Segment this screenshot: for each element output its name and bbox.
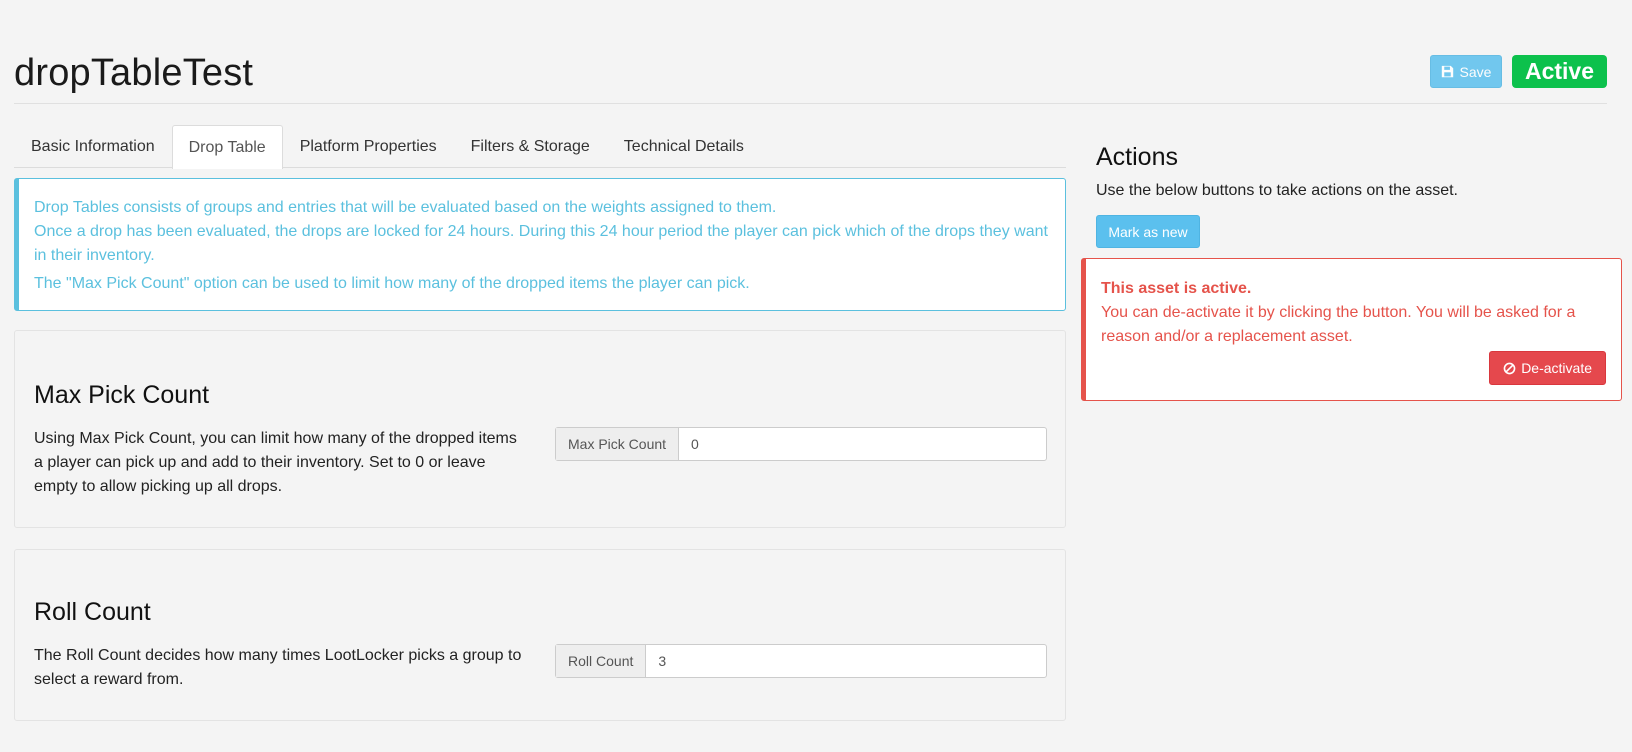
actions-title: Actions <box>1096 143 1178 171</box>
warning-text: You can de-activate it by clicking the b… <box>1101 304 1576 345</box>
save-button[interactable]: Save <box>1430 55 1502 88</box>
tab-drop-table[interactable]: Drop Table <box>171 125 283 169</box>
tab-platform-properties[interactable]: Platform Properties <box>283 125 454 168</box>
header-divider <box>14 103 1607 104</box>
asset-page: dropTableTest Save Active Basic Informat… <box>0 0 1632 752</box>
tab-basic-information[interactable]: Basic Information <box>14 125 172 168</box>
ban-icon <box>1503 362 1516 374</box>
max-pick-count-input[interactable] <box>679 428 1046 460</box>
roll-count-input[interactable] <box>646 645 1046 677</box>
max-pick-count-field: Max Pick Count <box>555 427 1047 461</box>
save-button-label: Save <box>1459 63 1492 80</box>
roll-count-field: Roll Count <box>555 644 1047 678</box>
roll-count-addon: Roll Count <box>556 645 647 677</box>
deactivate-button-label: De-activate <box>1521 360 1592 376</box>
info-line-3: The "Max Pick Count" option can be used … <box>34 275 750 292</box>
tab-technical-details[interactable]: Technical Details <box>607 125 761 168</box>
active-warning-callout: This asset is active. You can de-activat… <box>1081 258 1622 401</box>
info-line-1: Drop Tables consists of groups and entri… <box>34 199 777 216</box>
info-line-2: Once a drop has been evaluated, the drop… <box>34 223 1048 264</box>
warning-title: This asset is active. <box>1101 280 1252 297</box>
max-pick-count-panel: Max Pick Count Using Max Pick Count, you… <box>14 330 1066 528</box>
deactivate-button[interactable]: De-activate <box>1489 351 1606 385</box>
page-title: dropTableTest <box>14 52 254 94</box>
info-callout: Drop Tables consists of groups and entri… <box>14 178 1066 311</box>
tab-filters-storage[interactable]: Filters & Storage <box>454 125 607 168</box>
max-pick-count-heading: Max Pick Count <box>34 381 210 409</box>
actions-description: Use the below buttons to take actions on… <box>1096 182 1458 199</box>
floppy-disk-icon <box>1441 65 1453 78</box>
roll-count-heading: Roll Count <box>34 598 151 626</box>
roll-count-description: The Roll Count decides how many times Lo… <box>34 647 522 688</box>
max-pick-count-addon: Max Pick Count <box>556 428 680 460</box>
tab-bar: Basic Information Drop Table Platform Pr… <box>14 125 1066 169</box>
max-pick-count-description: Using Max Pick Count, you can limit how … <box>34 430 517 495</box>
mark-as-new-button[interactable]: Mark as new <box>1096 215 1200 248</box>
status-badge: Active <box>1512 55 1607 88</box>
roll-count-panel: Roll Count The Roll Count decides how ma… <box>14 549 1066 721</box>
